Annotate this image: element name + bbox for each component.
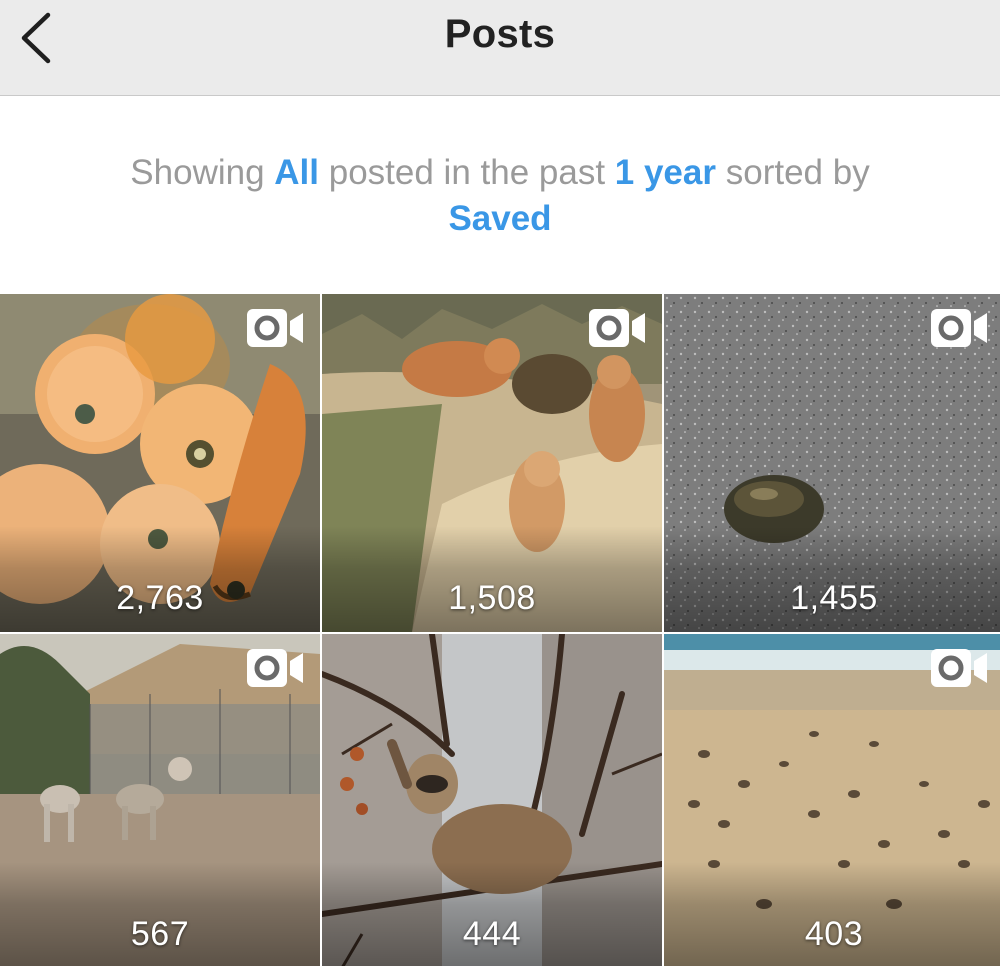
saved-count: 1,508 <box>448 579 536 617</box>
saved-count: 444 <box>462 915 522 953</box>
video-camera-icon <box>247 649 303 687</box>
video-camera-icon <box>589 309 645 347</box>
video-camera-icon <box>247 309 303 347</box>
post-tile[interactable]: 567 <box>0 634 320 966</box>
saved-count: 1,455 <box>790 579 878 617</box>
post-tile[interactable]: 444 <box>322 634 662 966</box>
saved-count: 2,763 <box>116 579 204 617</box>
sort-filter-link[interactable]: Saved <box>448 199 551 238</box>
post-tile[interactable]: 1,508 <box>322 294 662 632</box>
saved-count: 403 <box>804 915 864 953</box>
period-filter-link[interactable]: 1 year <box>615 153 716 192</box>
page-title: Posts <box>444 12 556 56</box>
summary-text: Showing <box>130 153 275 192</box>
post-tile[interactable]: 2,763 <box>0 294 320 632</box>
summary-text: posted in the past <box>319 153 615 192</box>
navigation-bar: Posts <box>0 0 1000 96</box>
saved-count: 567 <box>130 915 190 953</box>
post-tile[interactable]: 403 <box>664 634 1000 966</box>
type-filter-link[interactable]: All <box>274 153 319 192</box>
summary-text: sorted by <box>716 153 870 192</box>
post-tile[interactable]: 1,455 <box>664 294 1000 632</box>
video-camera-icon <box>931 649 987 687</box>
filter-summary: Showing All posted in the past 1 year so… <box>40 150 960 242</box>
video-camera-icon <box>931 309 987 347</box>
posts-grid: 2,763 1,508 1,455 567 444 403 <box>0 294 1000 966</box>
